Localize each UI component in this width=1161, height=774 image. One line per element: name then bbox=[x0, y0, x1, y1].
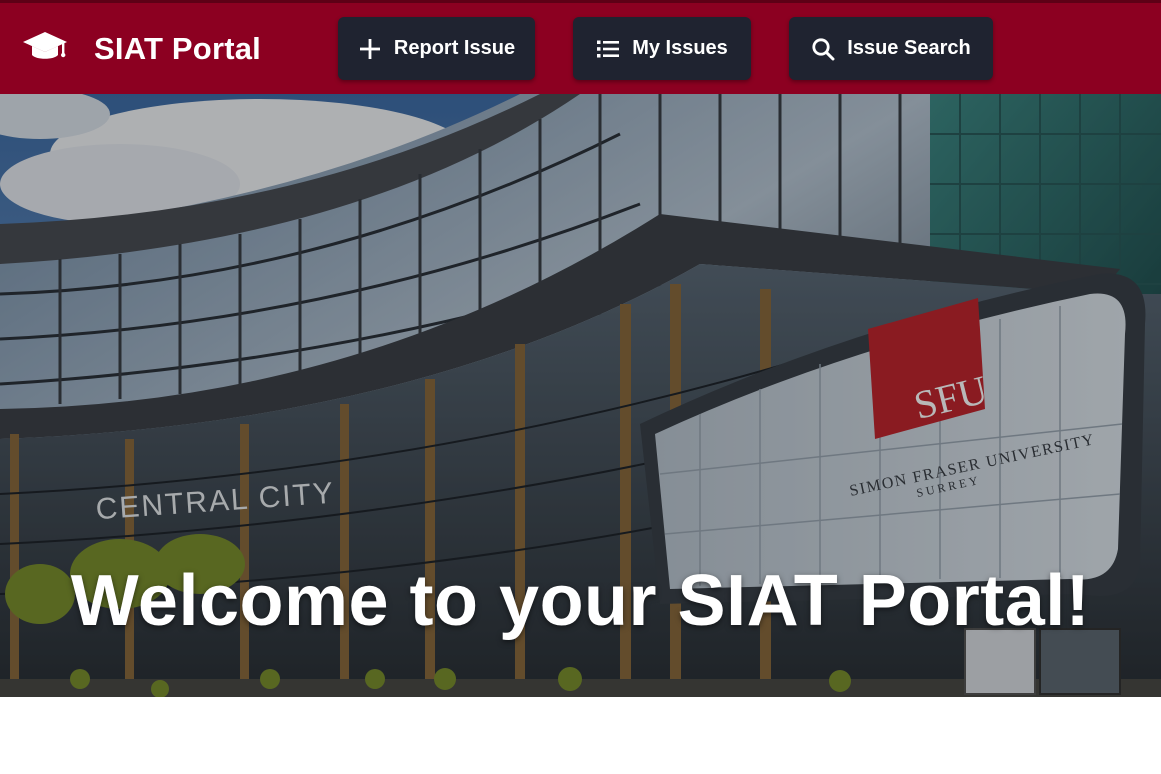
my-issues-button[interactable]: My Issues bbox=[573, 17, 751, 80]
brand[interactable]: SIAT Portal bbox=[22, 27, 261, 71]
search-icon bbox=[811, 37, 835, 61]
graduation-cap-icon bbox=[22, 30, 68, 69]
issue-search-button[interactable]: Issue Search bbox=[789, 17, 993, 80]
top-navbar: SIAT Portal Report Issue My Issues Issue… bbox=[0, 0, 1161, 94]
report-issue-button[interactable]: Report Issue bbox=[338, 17, 535, 80]
report-issue-label: Report Issue bbox=[393, 37, 516, 59]
issue-search-label: Issue Search bbox=[847, 37, 971, 59]
hero-banner: SFU SIMON FRASER UNIVERSITY SURREY CENTR… bbox=[0, 94, 1161, 697]
hero-title: Welcome to your SIAT Portal! bbox=[70, 561, 1091, 641]
app-title: SIAT Portal bbox=[94, 31, 261, 66]
my-issues-label: My Issues bbox=[632, 37, 728, 59]
list-icon bbox=[596, 37, 620, 61]
plus-icon bbox=[358, 37, 382, 61]
